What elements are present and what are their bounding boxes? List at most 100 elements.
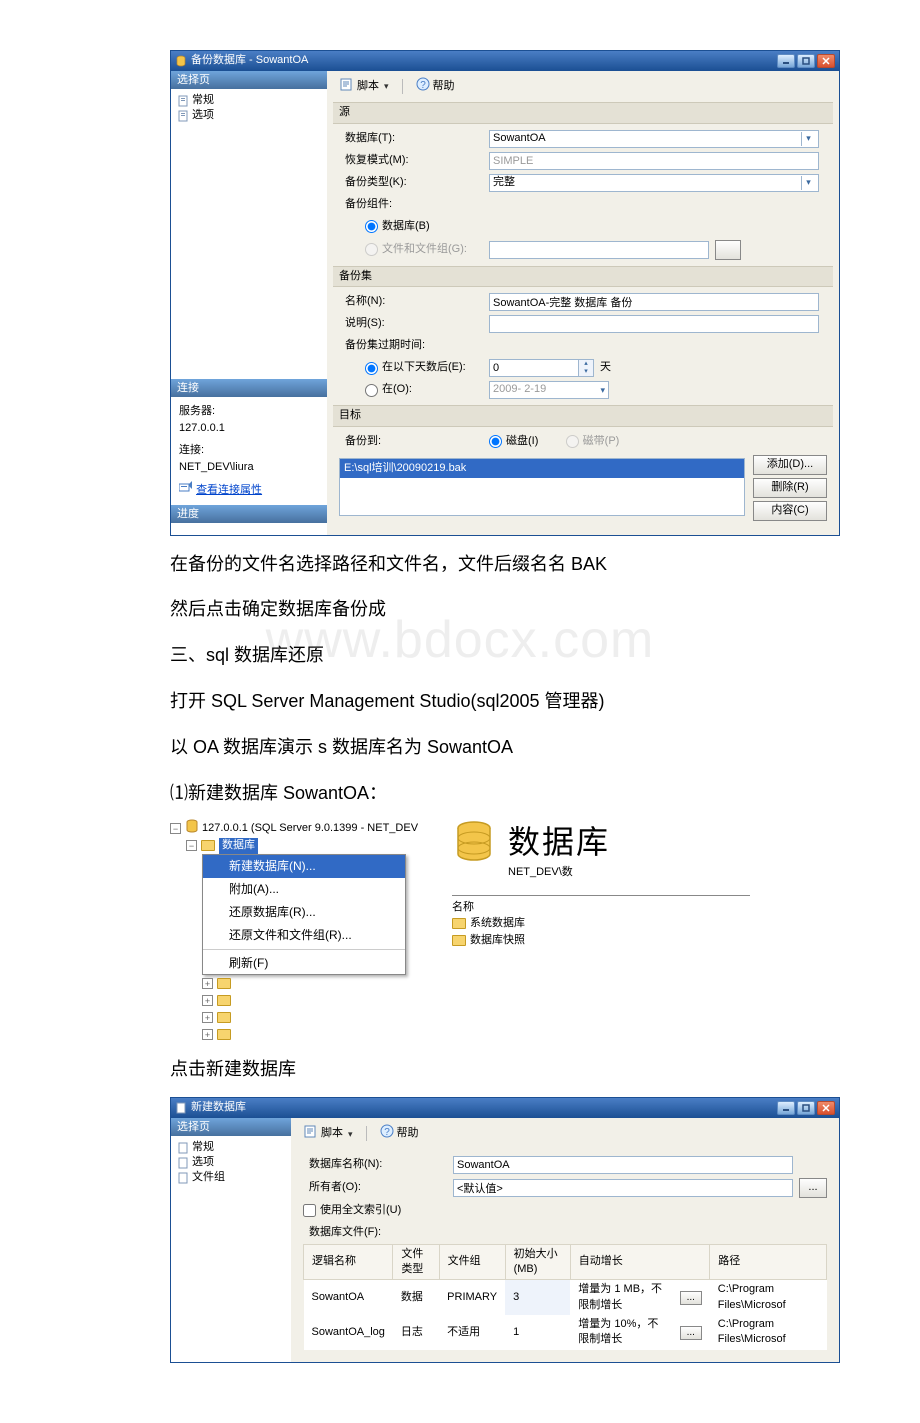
tree-stub-row[interactable]: + (202, 1009, 430, 1026)
spin-down-icon[interactable]: ▾ (579, 368, 593, 376)
expand-icon[interactable]: + (202, 995, 213, 1006)
cell-size[interactable]: 3 (505, 1280, 570, 1315)
on-date-radio[interactable]: 在(O): (365, 382, 489, 397)
dialog-title: 新建数据库 (191, 1100, 246, 1115)
col-path[interactable]: 路径 (710, 1244, 827, 1280)
cell-size[interactable]: 1 (505, 1315, 570, 1350)
minimize-button[interactable] (777, 54, 795, 68)
list-item[interactable]: 系统数据库 (452, 915, 750, 932)
component-label: 备份组件: (339, 197, 489, 212)
owner-label: 所有者(O): (303, 1180, 453, 1195)
script-button[interactable]: 脚本 ▾ (333, 75, 396, 98)
destination-file-row[interactable]: E:\sql培训\20090219.bak (340, 459, 744, 478)
expand-icon[interactable]: + (202, 978, 213, 989)
col-initial-size[interactable]: 初始大小(MB) (505, 1244, 570, 1280)
nav-label: 文件组 (192, 1170, 225, 1185)
maximize-button[interactable] (797, 54, 815, 68)
list-item[interactable]: 数据库快照 (452, 932, 750, 949)
recovery-mode-label: 恢复模式(M): (339, 153, 489, 168)
folder-icon (217, 995, 231, 1006)
spin-up-icon[interactable]: ▴ (579, 360, 593, 368)
help-icon: ? (380, 1124, 394, 1143)
expand-icon[interactable]: + (202, 1012, 213, 1023)
bs-desc-field[interactable] (489, 315, 819, 333)
tree-stub-row[interactable]: + (202, 992, 430, 1009)
nav-general[interactable]: 常规 (177, 93, 321, 108)
source-group-header: 源 (333, 102, 833, 123)
folder-icon (452, 935, 466, 946)
collapse-icon[interactable]: − (186, 840, 197, 851)
backup-type-value: 完整 (493, 175, 801, 190)
contents-button[interactable]: 内容(C) (753, 501, 827, 521)
after-days-radio[interactable]: 在以下天数后(E): (365, 360, 489, 375)
table-row[interactable]: SowantOA_log 日志 不适用 1 增量为 10%，不限制增长 ... … (304, 1315, 827, 1350)
bs-name-field[interactable] (489, 293, 819, 311)
col-filegroup[interactable]: 文件组 (439, 1244, 505, 1280)
backup-dialog-titlebar[interactable]: 备份数据库 - SowantOA (171, 51, 839, 71)
maximize-button[interactable] (797, 1101, 815, 1115)
tree-root[interactable]: − 127.0.0.1 (SQL Server 9.0.1399 - NET_D… (170, 820, 430, 837)
doc-paragraph: 在备份的文件名选择路径和文件名，文件后缀名名 BAK (170, 546, 750, 584)
days-spinner[interactable]: ▴▾ (489, 359, 594, 377)
close-button[interactable] (817, 1101, 835, 1115)
filegroup-browse-button (715, 240, 741, 260)
database-radio[interactable]: 数据库(B) (365, 219, 489, 234)
nav-options[interactable]: 选项 (177, 1155, 285, 1170)
fulltext-checkbox[interactable]: 使用全文索引(U) (303, 1203, 401, 1218)
autogrow-button[interactable]: ... (680, 1326, 702, 1340)
bs-expire-label: 备份集过期时间: (339, 338, 489, 353)
minimize-button[interactable] (777, 1101, 795, 1115)
table-row[interactable]: SowantOA 数据 PRIMARY 3 增量为 1 MB，不限制增长 ...… (304, 1280, 827, 1315)
backup-type-combo[interactable]: 完整▾ (489, 174, 819, 192)
destination-list[interactable]: E:\sql培训\20090219.bak (339, 458, 745, 516)
dbname-field[interactable] (453, 1156, 793, 1174)
col-autogrowth[interactable]: 自动增长 (570, 1244, 709, 1280)
chevron-down-icon: ▾ (801, 176, 815, 190)
autogrow-button[interactable]: ... (680, 1291, 702, 1305)
svg-text:?: ? (384, 1127, 390, 1138)
date-combo: 2009- 2-19▾ (489, 381, 609, 399)
col-logical-name[interactable]: 逻辑名称 (304, 1244, 393, 1280)
nav-general[interactable]: 常规 (177, 1140, 285, 1155)
collapse-icon[interactable]: − (170, 823, 181, 834)
nav-filegroups[interactable]: 文件组 (177, 1170, 285, 1185)
tree-databases[interactable]: − 数据库 (186, 837, 430, 854)
connection-icon (179, 484, 193, 496)
nav-options[interactable]: 选项 (177, 108, 321, 123)
server-label: 服务器: (179, 403, 319, 420)
expand-icon[interactable]: + (202, 1029, 213, 1040)
menu-attach[interactable]: 附加(A)... (203, 878, 405, 901)
add-button[interactable]: 添加(D)... (753, 455, 827, 475)
page-icon (177, 1172, 189, 1184)
script-button[interactable]: 脚本 ▾ (297, 1122, 360, 1145)
menu-restore-files[interactable]: 还原文件和文件组(R)... (203, 924, 405, 947)
db-files-table[interactable]: 逻辑名称 文件类型 文件组 初始大小(MB) 自动增长 路径 SowantOA … (303, 1244, 827, 1350)
nav-label: 选项 (192, 108, 214, 123)
dialog-title: 备份数据库 - SowantOA (191, 53, 308, 68)
cell-path[interactable]: C:\Program Files\Microsof (710, 1315, 827, 1350)
date-value: 2009- 2-19 (493, 382, 546, 397)
menu-new-database[interactable]: 新建数据库(N)... (203, 855, 405, 878)
help-button[interactable]: ? 帮助 (373, 1122, 426, 1145)
help-button[interactable]: ? 帮助 (409, 75, 462, 98)
menu-refresh[interactable]: 刷新(F) (203, 952, 405, 975)
bs-name-label: 名称(N): (339, 294, 489, 309)
checkbox-label: 使用全文索引(U) (320, 1203, 401, 1218)
cell-name[interactable]: SowantOA_log (304, 1315, 393, 1350)
remove-button[interactable]: 删除(R) (753, 478, 827, 498)
owner-browse-button[interactable]: ... (799, 1178, 827, 1198)
disk-radio[interactable]: 磁盘(I) (489, 434, 538, 449)
cell-path[interactable]: C:\Program Files\Microsof (710, 1280, 827, 1315)
close-button[interactable] (817, 54, 835, 68)
col-file-type[interactable]: 文件类型 (393, 1244, 439, 1280)
tree-stub-row[interactable]: + (202, 975, 430, 992)
cell-name[interactable]: SowantOA (304, 1280, 393, 1315)
days-input[interactable] (489, 359, 579, 377)
newdb-titlebar[interactable]: 新建数据库 (171, 1098, 839, 1118)
menu-restore-db[interactable]: 还原数据库(R)... (203, 901, 405, 924)
owner-field[interactable] (453, 1179, 793, 1197)
database-combo[interactable]: SowantOA▾ (489, 130, 819, 148)
cell-filegroup[interactable]: PRIMARY (439, 1280, 505, 1315)
tree-stub-row[interactable]: + (202, 1026, 430, 1043)
view-connection-link[interactable]: 查看连接属性 (196, 484, 262, 496)
